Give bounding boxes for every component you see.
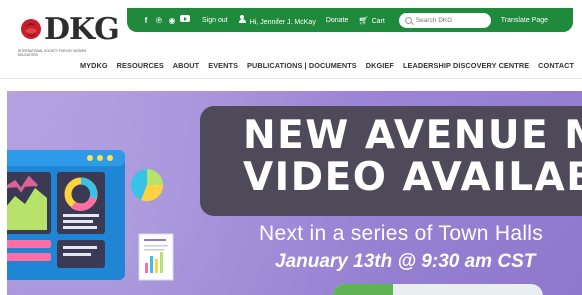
dkg-logo[interactable]: DKG International Society for Key Women … — [18, 12, 120, 60]
search-input[interactable] — [415, 16, 484, 24]
cart-label: Cart — [371, 17, 385, 25]
user-icon — [238, 14, 247, 24]
nav-divider — [0, 78, 582, 79]
nav-item-mydkg[interactable]: MYDKG — [80, 61, 108, 70]
user-greeting: Hi, Jennifer J. McKay — [249, 18, 316, 26]
translate-page-link[interactable]: Translate Page — [501, 17, 548, 24]
main-nav: MYDKG RESOURCES ABOUT EVENTS PUBLICATION… — [80, 61, 574, 70]
donate-link[interactable]: Donate — [326, 17, 349, 24]
nav-item-publications[interactable]: PUBLICATIONS | DOCUMENTS — [247, 61, 357, 70]
rose-logo-icon — [21, 19, 41, 39]
instagram-icon[interactable]: ◉ — [167, 15, 177, 25]
hero-cta-accent — [333, 284, 393, 295]
nav-item-dkgief[interactable]: DKGIEF — [366, 61, 394, 70]
facebook-icon[interactable]: f — [141, 15, 151, 25]
hero-title-line2: VIDEO AVAILABL — [243, 155, 582, 200]
user-greeting-link[interactable]: Hi, Jennifer J. McKay — [238, 14, 316, 26]
logo-tagline: International Society for Key Women Educ… — [18, 49, 87, 57]
nav-item-about[interactable]: ABOUT — [173, 61, 199, 70]
social-links: f ℗ ◉ — [141, 15, 190, 25]
cart-icon: 🛒︎ — [358, 15, 369, 25]
nav-item-resources[interactable]: RESOURCES — [117, 61, 164, 70]
pinterest-icon[interactable]: ℗ — [154, 15, 164, 25]
nav-item-leadership[interactable]: LEADERSHIP DISCOVERY CENTRE — [403, 61, 529, 70]
hero-subtitle: Next in a series of Town Halls — [259, 222, 544, 245]
hero-banner[interactable]: NEW AVENUE M VIDEO AVAILABL Next in a se… — [7, 91, 582, 295]
cart-link[interactable]: 🛒︎ Cart — [358, 16, 384, 25]
youtube-icon[interactable] — [180, 15, 190, 22]
signout-link[interactable]: Sign out — [202, 17, 228, 24]
search-icon[interactable] — [404, 16, 412, 24]
hero-datetime: January 13th @ 9:30 am CST — [275, 251, 536, 272]
dashboard-illustration — [7, 150, 174, 281]
search-box[interactable] — [398, 12, 491, 28]
utility-bar: f ℗ ◉ Sign out Hi, Jennifer J. McKay Don… — [127, 8, 573, 32]
nav-item-contact[interactable]: CONTACT — [538, 61, 574, 70]
logo-text: DKG — [44, 12, 120, 47]
hero-title-line1: NEW AVENUE M — [243, 113, 582, 158]
nav-item-events[interactable]: EVENTS — [208, 61, 238, 70]
